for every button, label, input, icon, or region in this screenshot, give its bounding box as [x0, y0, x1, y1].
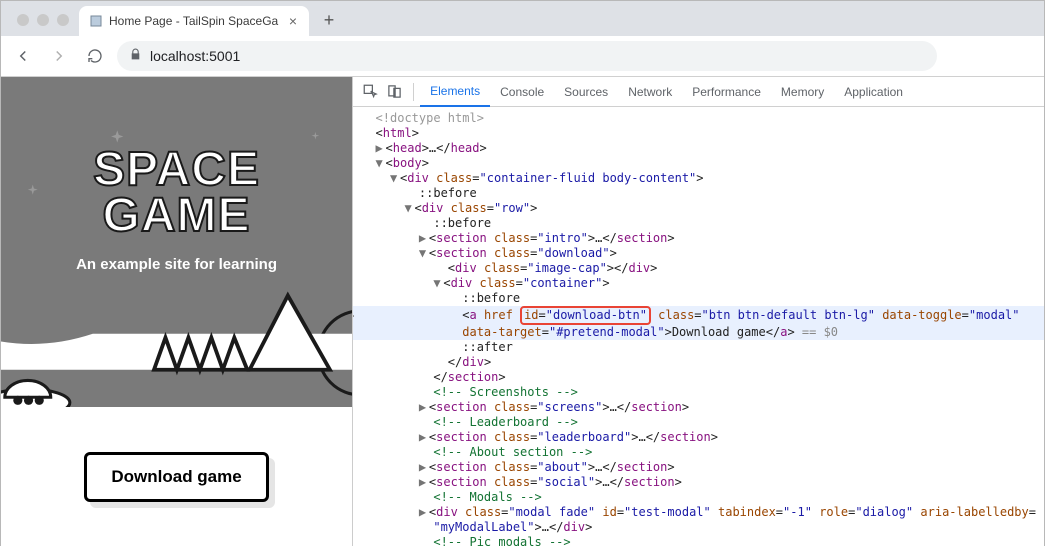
hero-section: SPACEGAME An example site for learning [1, 77, 352, 407]
download-area: Download game [1, 407, 352, 546]
page-viewport: SPACEGAME An example site for learning D… [1, 77, 352, 546]
favicon-icon [89, 14, 103, 28]
window-max-icon[interactable] [57, 14, 69, 26]
close-tab-icon[interactable]: × [287, 13, 299, 29]
elements-tree[interactable]: <!doctype html> <html> ▶<head>…</head> ▼… [353, 107, 1044, 546]
selected-element[interactable]: <a href id="download-btn" class="btn btn… [353, 306, 1044, 325]
tab-sources[interactable]: Sources [554, 77, 618, 107]
back-button[interactable] [9, 42, 37, 70]
window-controls [9, 14, 79, 36]
separator [413, 83, 414, 101]
download-game-button[interactable]: Download game [84, 452, 268, 502]
highlighted-id-attr: id="download-btn" [520, 306, 651, 325]
window-close-icon[interactable] [17, 14, 29, 26]
game-title: SPACEGAME [93, 147, 260, 238]
tab-memory[interactable]: Memory [771, 77, 834, 107]
tab-elements[interactable]: Elements [420, 77, 490, 107]
hero-background [1, 77, 352, 407]
new-tab-button[interactable]: + [315, 6, 343, 34]
devtools-panel: Elements Console Sources Network Perform… [352, 77, 1044, 546]
lock-icon [129, 48, 142, 64]
tab-title: Home Page - TailSpin SpaceGa [109, 14, 281, 28]
forward-button[interactable] [45, 42, 73, 70]
tab-console[interactable]: Console [490, 77, 554, 107]
browser-toolbar: localhost:5001 [1, 36, 1044, 77]
device-toggle-icon[interactable] [383, 81, 405, 103]
url-text: localhost:5001 [150, 48, 240, 64]
address-bar[interactable]: localhost:5001 [117, 41, 937, 71]
reload-button[interactable] [81, 42, 109, 70]
game-subtitle: An example site for learning [76, 256, 277, 273]
window-min-icon[interactable] [37, 14, 49, 26]
tab-performance[interactable]: Performance [682, 77, 771, 107]
tab-application[interactable]: Application [834, 77, 913, 107]
browser-tab-strip: Home Page - TailSpin SpaceGa × + [1, 1, 1044, 36]
inspect-element-icon[interactable] [359, 81, 381, 103]
devtools-tabs: Elements Console Sources Network Perform… [353, 77, 1044, 107]
tab-network[interactable]: Network [618, 77, 682, 107]
browser-tab[interactable]: Home Page - TailSpin SpaceGa × [79, 6, 309, 36]
